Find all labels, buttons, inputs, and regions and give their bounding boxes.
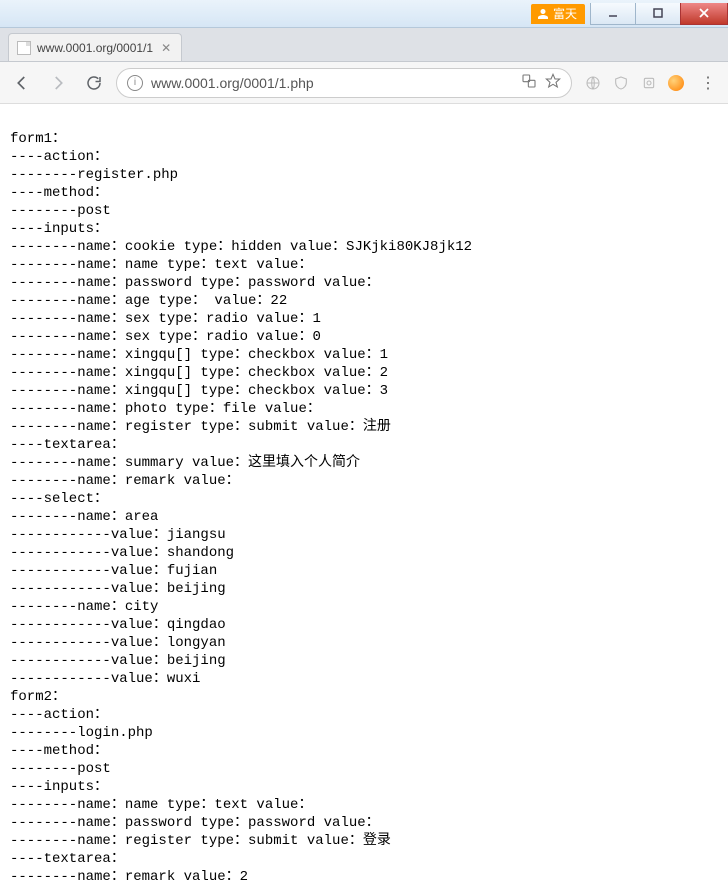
text-line: --------name：register type：submit value：… [10,833,391,849]
window-minimize-button[interactable] [590,3,636,25]
translate-icon[interactable] [521,73,537,92]
text-line: ------------value：beijing [10,653,226,669]
user-icon [537,8,549,20]
text-line: form2： [10,689,66,705]
text-line: ----action： [10,149,108,165]
text-line: ------------value：beijing [10,581,226,597]
text-line: --------post [10,761,111,777]
browser-tab[interactable]: www.0001.org/0001/1 ✕ [8,33,182,61]
text-line: --------name：cookie type：hidden value：SJ… [10,239,472,255]
reload-button[interactable] [80,69,108,97]
browser-menu-button[interactable]: ⋮ [696,73,720,93]
text-line: ----method： [10,743,108,759]
text-line: --------name：remark value：2 [10,869,248,885]
text-line: --------name：age type： value：22 [10,293,287,309]
text-line: ------------value：fujian [10,563,217,579]
text-line: ------------value：wuxi [10,671,200,687]
address-bar[interactable]: i www.0001.org/0001/1.php [116,68,572,98]
user-badge-text: 富天 [553,5,577,22]
text-line: --------name：xingqu[] type：checkbox valu… [10,383,388,399]
text-line: --------name：password type：password valu… [10,815,380,831]
tab-close-button[interactable]: ✕ [159,41,173,55]
text-line: --------name：remark value： [10,473,240,489]
forward-button[interactable] [44,69,72,97]
text-line: --------name：summary value：这里填入个人简介 [10,455,360,471]
text-line: ----inputs： [10,779,108,795]
browser-toolbar: i www.0001.org/0001/1.php ⋮ [0,62,728,104]
user-badge: 富天 [531,4,585,24]
text-line: ------------value：longyan [10,635,226,651]
url-text: www.0001.org/0001/1.php [151,75,513,91]
text-line: ----textarea： [10,437,125,453]
extension-orange-icon[interactable] [668,75,684,91]
extension-cube-icon[interactable] [640,74,658,92]
text-line: ----inputs： [10,221,108,237]
text-line: ----select： [10,491,108,507]
text-line: ------------value：jiangsu [10,527,226,543]
text-line: form1： [10,131,66,147]
text-line: --------name：city [10,599,158,615]
text-line: --------name：name type：text value： [10,257,312,273]
text-line: --------name：password type：password valu… [10,275,380,291]
back-button[interactable] [8,69,36,97]
text-line: ------------value：qingdao [10,617,226,633]
text-line: ----method： [10,185,108,201]
extension-icons [580,74,688,92]
text-line: --------register.php [10,167,178,183]
window-titlebar: 富天 [0,0,728,28]
tab-title: www.0001.org/0001/1 [37,41,153,55]
file-icon [17,41,31,55]
extension-globe-icon[interactable] [584,74,602,92]
window-close-button[interactable] [680,3,728,25]
text-line: --------name：area [10,509,158,525]
text-line: --------name：photo type：file value： [10,401,321,417]
tab-strip: www.0001.org/0001/1 ✕ [0,28,728,62]
text-line: ------------value：shandong [10,545,234,561]
text-line: ----action： [10,707,108,723]
text-line: --------name：name type：text value： [10,797,312,813]
text-line: --------name：register type：submit value：… [10,419,391,435]
bookmark-star-icon[interactable] [545,73,561,92]
extension-shield-icon[interactable] [612,74,630,92]
text-line: --------login.php [10,725,153,741]
site-info-icon[interactable]: i [127,75,143,91]
text-line: --------post [10,203,111,219]
window-maximize-button[interactable] [635,3,681,25]
text-line: --------name：xingqu[] type：checkbox valu… [10,365,388,381]
text-line: ----textarea： [10,851,125,867]
text-line: --------name：sex type：radio value：0 [10,329,321,345]
text-line: --------name：xingqu[] type：checkbox valu… [10,347,388,363]
page-content: form1： ----action： --------register.php … [0,104,728,894]
text-line: --------name：sex type：radio value：1 [10,311,321,327]
